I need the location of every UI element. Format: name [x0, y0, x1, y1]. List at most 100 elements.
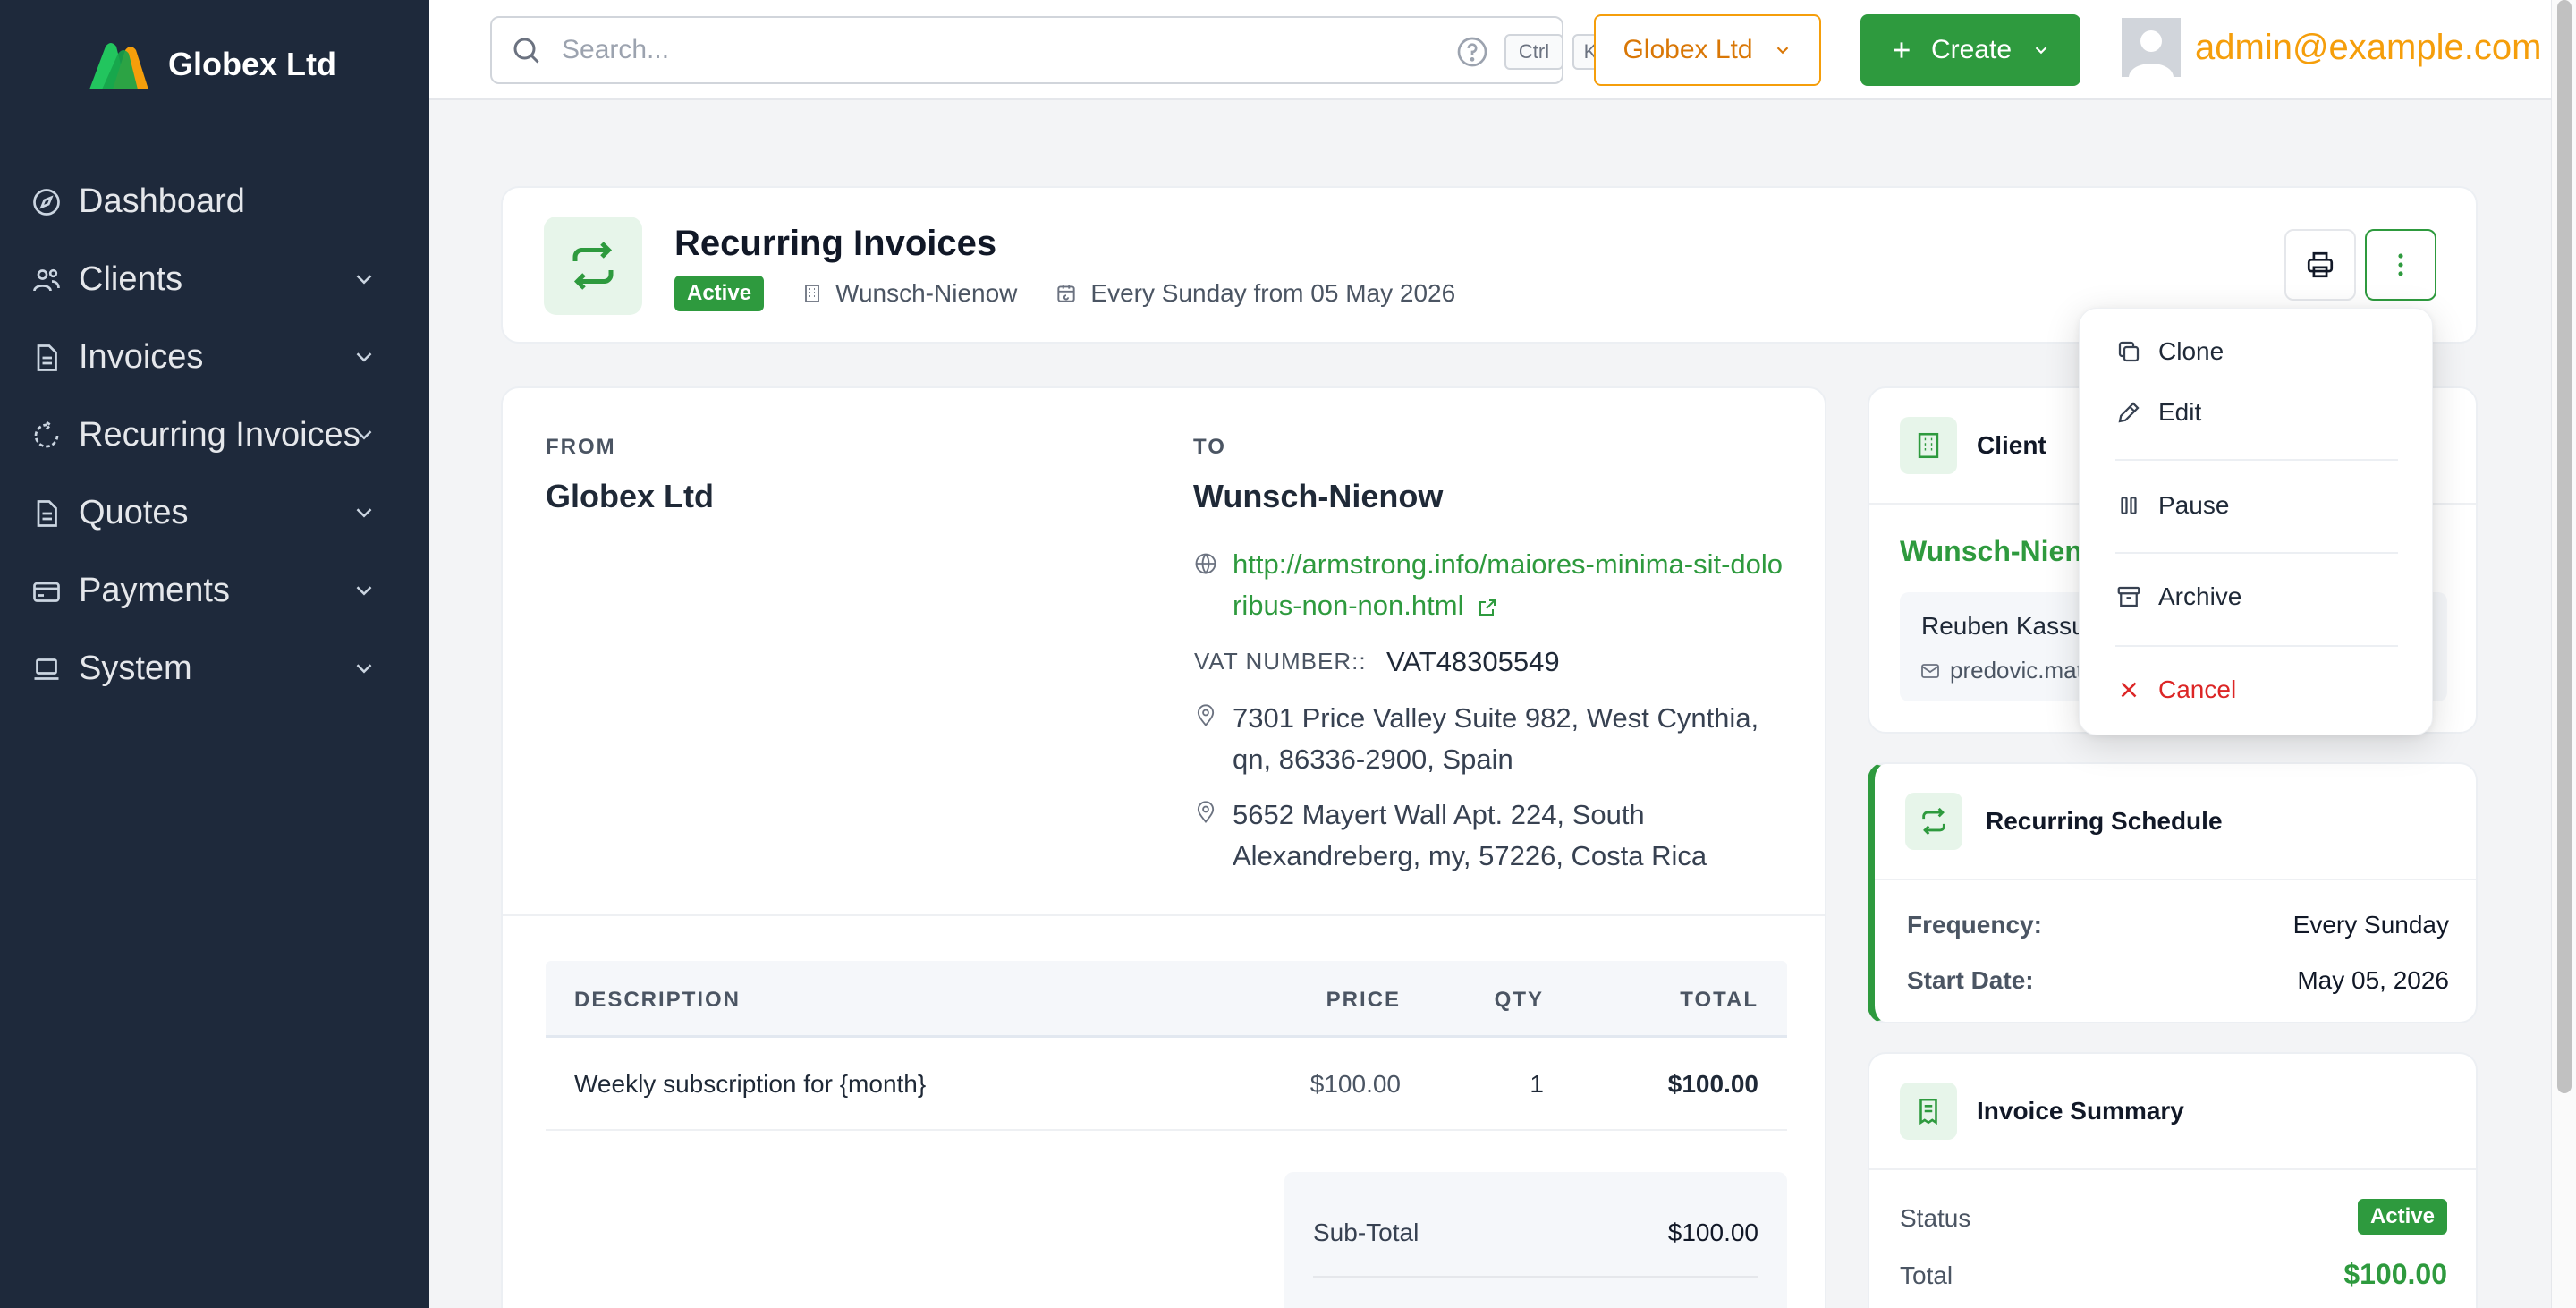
- client-card-title: Client: [1977, 431, 2046, 459]
- sidebar-item-dashboard[interactable]: Dashboard: [0, 163, 429, 241]
- sidebar-item-label: Payments: [79, 572, 230, 609]
- from-label: FROM: [546, 435, 616, 459]
- page-meta: Active Wunsch-Nienow Every Sunday from 0…: [674, 276, 1455, 311]
- menu-item-clone[interactable]: Clone: [2080, 325, 2434, 378]
- laptop-icon: [29, 651, 64, 687]
- meta-schedule-label: Every Sunday from 05 May 2026: [1090, 279, 1456, 307]
- sidebar-item-invoices[interactable]: Invoices: [0, 319, 429, 396]
- building-icon: [805, 285, 819, 302]
- vat-label: VAT NUMBER::: [1194, 648, 1367, 675]
- more-actions-button[interactable]: [2365, 229, 2436, 301]
- column-description: DESCRIPTION: [574, 988, 741, 1012]
- menu-item-cancel[interactable]: Cancel: [2080, 663, 2434, 717]
- billing-address: 7301 Price Valley Suite 982, West Cynthi…: [1233, 702, 1759, 775]
- search-input[interactable]: [562, 35, 1367, 65]
- sidebar-item-recurring-invoices[interactable]: Recurring Invoices: [0, 396, 429, 474]
- summary-total-value: $100.00: [2343, 1258, 2447, 1290]
- avatar: [2122, 18, 2181, 77]
- page-title: Recurring Invoices: [674, 224, 997, 263]
- compass-icon: [29, 184, 64, 220]
- user-email: admin@example.com: [2195, 27, 2542, 67]
- chevron-down-icon: [1776, 47, 1788, 55]
- menu-item-archive[interactable]: Archive: [2080, 570, 2434, 624]
- menu-divider: [2115, 459, 2398, 461]
- printer-icon: [2307, 251, 2334, 278]
- map-pin-icon: [1197, 704, 1215, 726]
- sidebar-item-label: Invoices: [79, 338, 204, 376]
- item-price: $100.00: [1309, 1070, 1401, 1098]
- pause-icon: [2121, 497, 2137, 514]
- chevron-down-icon[interactable]: [351, 499, 377, 526]
- kbd-ctrl: Ctrl: [1504, 34, 1563, 70]
- external-link-icon[interactable]: [1477, 597, 1498, 618]
- company-switcher-button[interactable]: Globex Ltd: [1594, 14, 1821, 86]
- invoice-summary-card: Invoice Summary Status Active Total $100…: [1868, 1052, 2478, 1308]
- frequency-label: Frequency:: [1907, 911, 2042, 939]
- schedule-card-title: Recurring Schedule: [1986, 807, 2223, 835]
- chevron-down-icon[interactable]: [351, 344, 377, 370]
- chevron-down-icon[interactable]: [351, 655, 377, 682]
- create-button[interactable]: Create: [1860, 14, 2080, 86]
- menu-item-label: Clone: [2158, 337, 2224, 365]
- chevron-down-icon[interactable]: [351, 421, 377, 448]
- search-icon: [513, 38, 539, 64]
- create-button-label: Create: [1930, 35, 2012, 64]
- subtotal-value: $100.00: [1667, 1219, 1758, 1246]
- search-bar[interactable]: Ctrl K: [490, 16, 1608, 84]
- recurring-icon: [544, 217, 642, 315]
- sidebar-item-system[interactable]: System: [0, 630, 429, 708]
- sidebar-item-label: System: [79, 650, 192, 687]
- sidebar-item-label: Clients: [79, 260, 183, 298]
- copy-icon: [2118, 341, 2140, 362]
- meta-client: Wunsch-Nienow: [801, 279, 1017, 308]
- recurring-schedule-card: Recurring Schedule Frequency: Every Sund…: [1868, 762, 2478, 1023]
- receipt-icon: [1900, 1083, 1957, 1140]
- brand-name: Globex Ltd: [168, 46, 336, 82]
- sidebar-item-label: Recurring Invoices: [79, 416, 360, 454]
- user-menu[interactable]: admin@example.com: [2122, 18, 2541, 77]
- menu-item-label: Archive: [2158, 582, 2242, 610]
- map-pin-icon: [1197, 801, 1215, 823]
- chevron-down-icon[interactable]: [351, 266, 377, 293]
- from-name: Globex Ltd: [546, 478, 714, 514]
- summary-card-header: Invoice Summary: [1869, 1054, 2476, 1170]
- sidebar-item-label: Dashboard: [79, 183, 245, 220]
- company-switcher-label: Globex Ltd: [1623, 35, 1753, 64]
- menu-item-pause[interactable]: Pause: [2080, 479, 2434, 532]
- help-icon[interactable]: [1454, 34, 1490, 70]
- status-badge: Active: [2357, 1199, 2447, 1235]
- invoice-card: FROM Globex Ltd TO Wunsch-Nienow http://…: [501, 386, 1826, 1308]
- menu-divider: [2115, 552, 2398, 554]
- menu-item-label: Edit: [2158, 398, 2202, 426]
- page-scrollbar[interactable]: [2551, 0, 2576, 1308]
- chevron-down-icon[interactable]: [351, 577, 377, 604]
- sidebar-item-payments[interactable]: Payments: [0, 552, 429, 630]
- meta-client-label: Wunsch-Nienow: [835, 279, 1018, 307]
- summary-card-title: Invoice Summary: [1977, 1097, 2184, 1125]
- brand[interactable]: Globex Ltd: [86, 36, 336, 93]
- to-name: Wunsch-Nienow: [1193, 478, 1444, 514]
- client-website[interactable]: http://armstrong.info/maiores-minima-sit…: [1233, 544, 1787, 626]
- frequency-value: Every Sunday: [2292, 911, 2449, 939]
- shipping-address: 5652 Mayert Wall Apt. 224, South Alexand…: [1233, 799, 1707, 871]
- sidebar-item-quotes[interactable]: Quotes: [0, 474, 429, 552]
- item-qty: 1: [1530, 1070, 1544, 1098]
- plus-icon: [1894, 42, 1910, 58]
- column-qty: QTY: [1494, 988, 1544, 1012]
- status-badge: Active: [674, 276, 765, 311]
- recurring-icon: [29, 418, 64, 454]
- sidebar-item-clients[interactable]: Clients: [0, 241, 429, 319]
- menu-item-edit[interactable]: Edit: [2080, 386, 2434, 439]
- mail-icon: [1921, 664, 1939, 678]
- menu-item-label: Cancel: [2158, 675, 2237, 703]
- globe-icon: [1195, 553, 1216, 574]
- start-date-label: Start Date:: [1907, 966, 2034, 994]
- client-website-link[interactable]: http://armstrong.info/maiores-minima-sit…: [1233, 548, 1783, 621]
- close-icon: [2121, 682, 2137, 698]
- column-total: TOTAL: [1680, 988, 1758, 1012]
- scrollbar-thumb[interactable]: [2557, 0, 2572, 1093]
- sidebar-item-label: Quotes: [79, 494, 189, 531]
- pencil-icon: [2118, 402, 2140, 423]
- print-button[interactable]: [2284, 229, 2356, 301]
- line-items-header: DESCRIPTION PRICE QTY TOTAL: [546, 961, 1787, 1038]
